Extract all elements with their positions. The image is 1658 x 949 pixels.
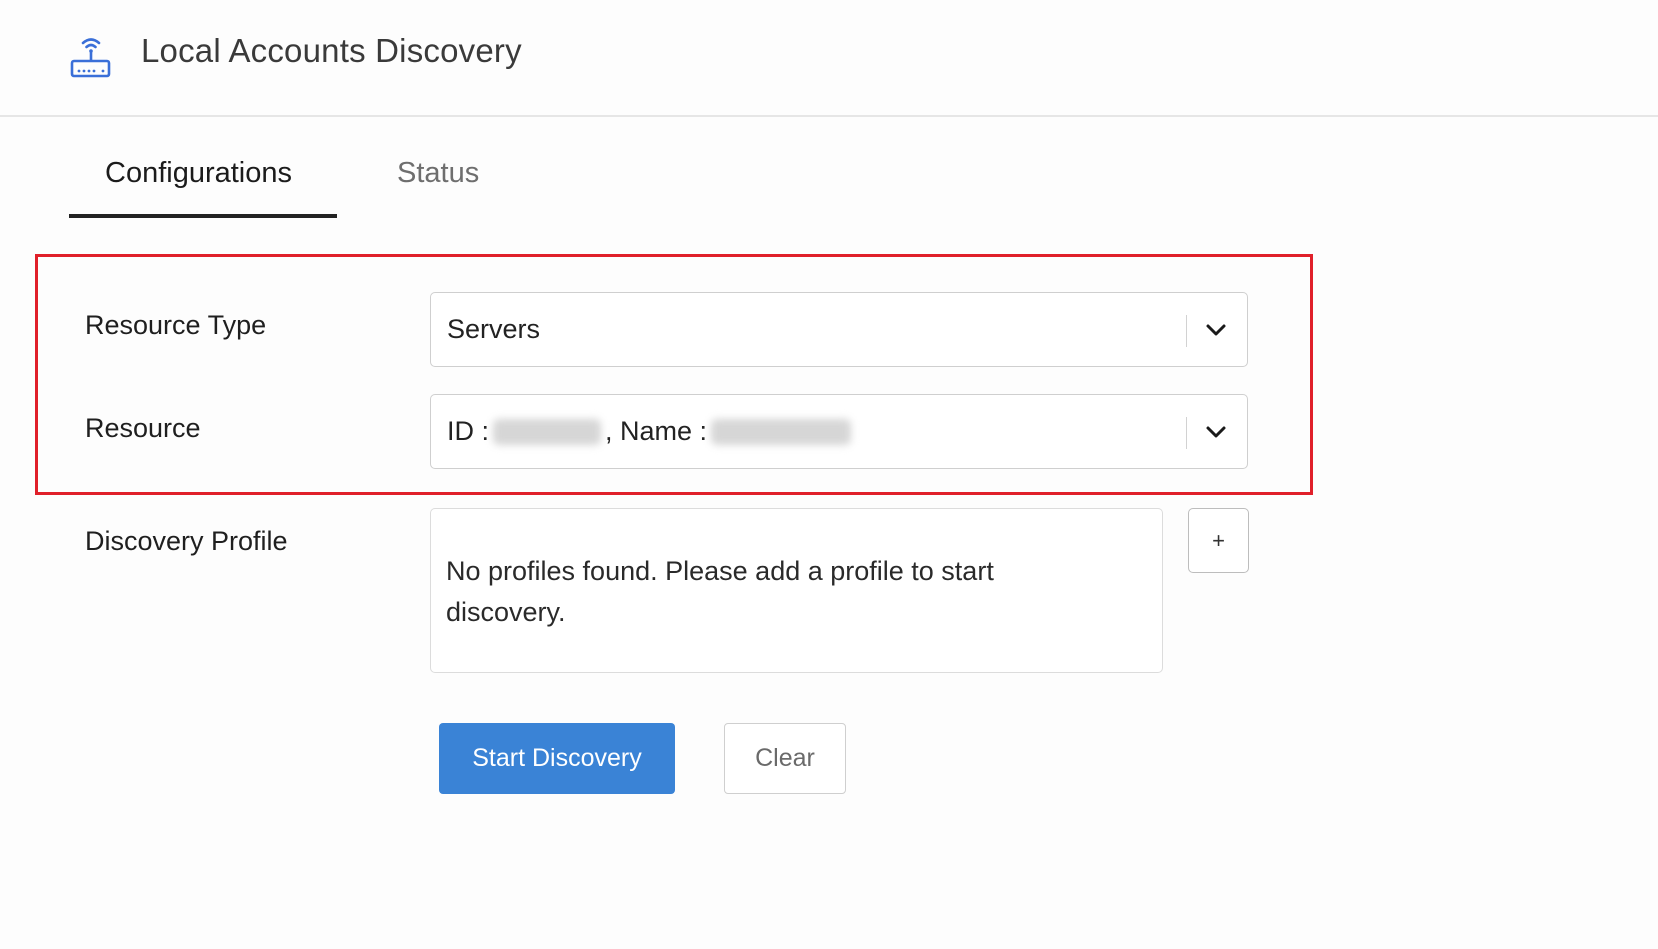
- clear-button[interactable]: Clear: [724, 723, 846, 794]
- chevron-down-icon[interactable]: [1205, 319, 1227, 341]
- active-tab-indicator: [69, 214, 337, 218]
- resource-type-value: Servers: [447, 314, 541, 344]
- router-icon: [70, 38, 111, 78]
- resource-type-select[interactable]: Servers: [430, 292, 1248, 367]
- resource-id-prefix: ID :: [447, 416, 490, 446]
- resource-select[interactable]: ID : , Name :: [430, 394, 1248, 469]
- select-separator: [1186, 417, 1187, 449]
- discovery-profile-label: Discovery Profile: [85, 526, 288, 556]
- start-discovery-button[interactable]: Start Discovery: [439, 723, 675, 794]
- page-title: Local Accounts Discovery: [141, 32, 522, 69]
- empty-profiles-message: No profiles found. Please add a profile …: [446, 556, 994, 627]
- discovery-profile-list: No profiles found. Please add a profile …: [430, 508, 1163, 673]
- add-profile-button[interactable]: +: [1188, 508, 1249, 573]
- chevron-down-icon[interactable]: [1205, 421, 1227, 443]
- redacted-name: [711, 418, 852, 445]
- tab-status[interactable]: Status: [397, 157, 479, 190]
- redacted-id: [493, 418, 602, 445]
- tab-configurations[interactable]: Configurations: [105, 157, 292, 190]
- page-header: Local Accounts Discovery: [0, 0, 1658, 117]
- select-separator: [1186, 315, 1187, 347]
- resource-type-label: Resource Type: [85, 310, 267, 340]
- resource-value: ID : , Name :: [447, 416, 855, 447]
- resource-label: Resource: [85, 413, 201, 443]
- resource-name-prefix: , Name :: [605, 416, 708, 446]
